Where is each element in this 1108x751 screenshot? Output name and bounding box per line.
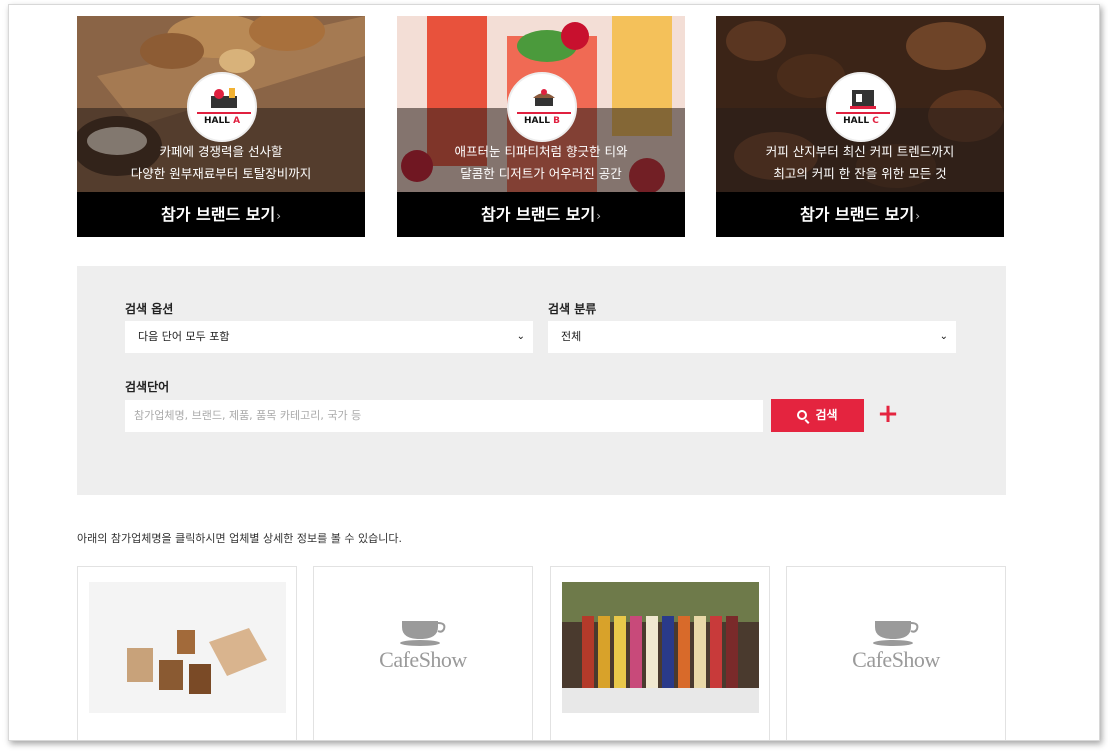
- hall-b-description: 애프터눈 티파티처럼 향긋한 티와 달콤한 디저트가 어우러진 공간: [397, 141, 685, 185]
- cafeshow-logo: CafeShow: [787, 617, 1005, 673]
- hall-c-badge: HALL C: [826, 72, 896, 142]
- exhibitor-image: [89, 582, 286, 713]
- hall-b-brand-label: 참가 브랜드 보기: [481, 205, 596, 224]
- coffee-cup-icon: [400, 621, 446, 646]
- hall-b-desc-line2: 달콤한 디저트가 어우러진 공간: [460, 166, 622, 181]
- exhibitor-card[interactable]: [550, 566, 770, 740]
- hall-c-desc-line1: 커피 산지부터 최신 커피 트렌드까지: [765, 144, 955, 159]
- search-icon: [797, 410, 808, 420]
- search-keyword-placeholder: 참가업체명, 브랜드, 제품, 품목 카테고리, 국가 등: [134, 409, 362, 422]
- exhibitor-card[interactable]: CafeShow: [786, 566, 1006, 740]
- coffee-machine-icon: [850, 90, 876, 109]
- page-frame: HALL A 카페에 경쟁력을 선사할 다양한 원부재료부터 토탈장비까지 참가…: [8, 4, 1100, 741]
- hall-b-desc-line1: 애프터눈 티파티처럼 향긋한 티와: [454, 144, 628, 159]
- search-keyword-input[interactable]: 참가업체명, 브랜드, 제품, 품목 카테고리, 국가 등: [125, 400, 763, 432]
- hall-a-card[interactable]: HALL A 카페에 경쟁력을 선사할 다양한 원부재료부터 토탈장비까지 참가…: [77, 16, 365, 237]
- hall-c-card[interactable]: HALL C 커피 산지부터 최신 커피 트렌드까지 최고의 커피 한 잔을 위…: [716, 16, 1004, 237]
- chevron-right-icon: ›: [596, 209, 601, 223]
- exhibitor-card[interactable]: [77, 566, 297, 740]
- hall-c-brand-button[interactable]: 참가 브랜드 보기›: [716, 192, 1004, 237]
- cafeshow-logo-text: CafeShow: [379, 647, 467, 672]
- chevron-down-icon: ⌄: [516, 331, 525, 342]
- exhibitor-image: [562, 582, 759, 713]
- hall-a-desc-line1: 카페에 경쟁력을 선사할: [159, 144, 283, 159]
- search-option-value: 다음 단어 모두 포함: [138, 330, 230, 343]
- cafeshow-logo: CafeShow: [314, 617, 532, 673]
- hall-c-brand-label: 참가 브랜드 보기: [800, 205, 915, 224]
- hall-b-brand-button[interactable]: 참가 브랜드 보기›: [397, 192, 685, 237]
- hall-a-desc-line2: 다양한 원부재료부터 토탈장비까지: [130, 166, 312, 181]
- coffee-cup-icon: [873, 621, 919, 646]
- dessert-icon: [533, 89, 555, 106]
- hall-b-card[interactable]: HALL B 애프터눈 티파티처럼 향긋한 티와 달콤한 디저트가 어우러진 공…: [397, 16, 685, 237]
- hall-c-description: 커피 산지부터 최신 커피 트렌드까지 최고의 커피 한 잔을 위한 모든 것: [716, 141, 1004, 185]
- search-category-label: 검색 분류: [548, 302, 597, 316]
- add-condition-button[interactable]: +: [876, 397, 900, 431]
- bakery-icon: [211, 88, 237, 108]
- hall-a-badge: HALL A: [187, 72, 257, 142]
- exhibitor-info-note: 아래의 참가업체명을 클릭하시면 업체별 상세한 정보를 볼 수 있습니다.: [77, 532, 402, 545]
- hall-a-brand-button[interactable]: 참가 브랜드 보기›: [77, 192, 365, 237]
- search-keyword-label: 검색단어: [125, 380, 170, 394]
- hall-a-brand-label: 참가 브랜드 보기: [161, 205, 276, 224]
- search-button-label: 검색: [815, 408, 838, 422]
- search-panel: 검색 옵션 다음 단어 모두 포함 ⌄ 검색 분류 전체 ⌄ 검색단어 참가업체…: [77, 266, 1006, 495]
- cafeshow-logo-text: CafeShow: [852, 647, 940, 672]
- search-button[interactable]: 검색: [771, 399, 864, 432]
- exhibitor-card[interactable]: CafeShow: [313, 566, 533, 740]
- chevron-down-icon: ⌄: [939, 331, 948, 342]
- search-option-select[interactable]: 다음 단어 모두 포함 ⌄: [125, 321, 533, 353]
- hall-a-description: 카페에 경쟁력을 선사할 다양한 원부재료부터 토탈장비까지: [77, 141, 365, 185]
- search-category-value: 전체: [561, 330, 582, 343]
- hall-b-badge: HALL B: [507, 72, 577, 142]
- chevron-right-icon: ›: [276, 209, 281, 223]
- hall-c-desc-line2: 최고의 커피 한 잔을 위한 모든 것: [773, 166, 947, 181]
- search-category-select[interactable]: 전체 ⌄: [548, 321, 956, 353]
- chevron-right-icon: ›: [915, 209, 920, 223]
- search-option-label: 검색 옵션: [125, 302, 174, 316]
